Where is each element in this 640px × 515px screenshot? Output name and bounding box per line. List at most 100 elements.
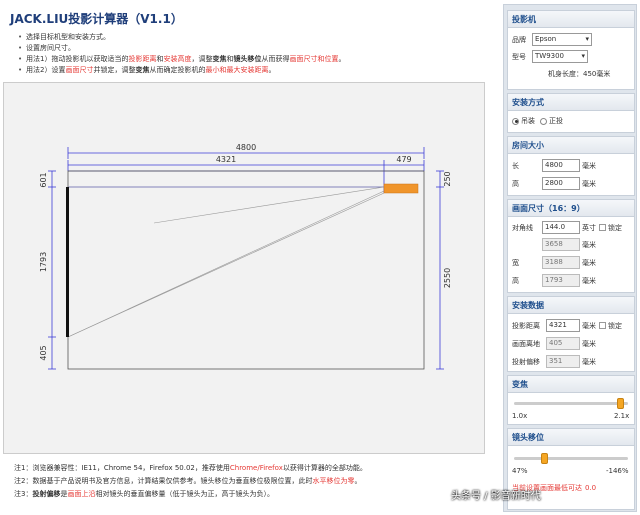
lens-shift-slider[interactable] <box>514 453 628 464</box>
note-text: 以获得计算器的全部功能。 <box>282 464 367 472</box>
field-label: 投射偏移 <box>512 357 540 366</box>
instruction-item: 用法2）设置画面尺寸并锁定，调整变焦从而确定投影机的最小和最大安装距离。 <box>18 65 488 76</box>
section-header: 安装方式 <box>508 94 634 111</box>
floor-row: 画面离地 405 毫米 <box>512 337 596 350</box>
brand-label: 品牌 <box>512 35 526 44</box>
instruction-highlight: 画面尺寸 <box>65 66 94 74</box>
warning-value: 0.0 <box>585 484 597 492</box>
mount-options: 吊装 正投 <box>512 116 563 126</box>
unit-label: 毫米 <box>582 339 596 348</box>
install-section: 安装数据 投影距离 4321 毫米 锁定 画面离地 405 毫米 投射偏移 35… <box>507 296 635 372</box>
instruction-highlight: 投影距离 <box>128 55 157 63</box>
floor-height-field: 405 <box>546 337 580 350</box>
brand-value: Epson <box>535 35 557 43</box>
unit-label: 英寸 <box>582 223 596 232</box>
shift-right-value: -146% <box>606 467 629 475</box>
screen-width-row: 宽 3188 毫米 <box>512 256 596 269</box>
instruction-text: 。 <box>338 55 346 63</box>
instruction-bold: 变焦 <box>212 55 227 63</box>
unit-label: 毫米 <box>582 276 596 285</box>
zoom-slider-thumb[interactable] <box>617 398 625 409</box>
instruction-item: 用法1）拖动投影机以获取适当的投影距离和安装高度，调整变焦和镜头移位从而获得画面… <box>18 54 488 65</box>
lens-shift-slider-thumb[interactable] <box>540 453 548 464</box>
throw-lock-checkbox[interactable] <box>599 322 606 329</box>
note-bold: 投射偏移 <box>32 490 61 498</box>
model-label: 型号 <box>512 52 526 61</box>
instruction-text: ，调整 <box>191 55 213 63</box>
section-header: 画面尺寸（16：9） <box>508 200 634 217</box>
instruction-item: 选择目标机型和安装方式。 <box>18 32 488 43</box>
chevron-down-icon: ▾ <box>585 35 589 43</box>
room-outline <box>67 170 425 370</box>
diagonal-mm-field: 3658 <box>542 238 580 251</box>
field-label: 宽 <box>512 258 519 267</box>
option-label: 正投 <box>549 117 563 125</box>
section-header: 安装数据 <box>508 297 634 314</box>
field-label: 长 <box>512 161 519 170</box>
field-label: 投影距离 <box>512 321 540 330</box>
instruction-text: 选择目标机型和安装方式。 <box>26 33 110 41</box>
note-text: 相对镜头的垂直偏移量（低于镜头为正，高于镜头为负）。 <box>95 490 274 498</box>
instruction-highlight: 安装高度 <box>163 55 192 63</box>
mount-section: 安装方式 吊装 正投 <box>507 93 635 133</box>
instruction-text: 并锁定，调整 <box>93 66 136 74</box>
section-header: 房间大小 <box>508 137 634 154</box>
instruction-highlight: 画面尺寸和位置 <box>289 55 339 63</box>
section-header: 镜头移位 <box>508 429 634 446</box>
note-text: 注1：浏览器兼容性：IE11，Chrome 54，Firefox 50.02，推… <box>14 464 230 472</box>
unit-label: 毫米 <box>582 240 596 249</box>
room-length-input[interactable]: 4800 <box>542 159 580 172</box>
screen-lock-checkbox[interactable] <box>599 224 606 231</box>
section-header: 变焦 <box>508 376 634 393</box>
page-title: JACK.LIU投影计算器（V1.1） <box>10 12 183 26</box>
screen-width-field: 3188 <box>542 256 580 269</box>
instruction-bold: 变焦 <box>135 66 150 74</box>
throw-distance-input[interactable]: 4321 <box>546 319 580 332</box>
room-length-row: 长 4800 毫米 <box>512 159 596 172</box>
instruction-text: 用法2）设置 <box>26 66 66 74</box>
watermark: 头条号 / 影音新时代 <box>451 491 541 502</box>
zoom-min: 1.0x <box>512 412 528 420</box>
dim-bottom-margin: 405 <box>39 345 48 360</box>
dim-screen-height: 1793 <box>39 252 48 272</box>
settings-sidebar: 投影机 品牌 Epson ▾ 型号 TW9300 ▾ 机身长度：450毫米 安装方式… <box>503 4 637 512</box>
room-diagram[interactable]: 4800 4321 479 601 1793 405 250 2550 <box>3 82 485 454</box>
diagonal-input[interactable]: 144.0 <box>542 221 580 234</box>
room-height-row: 高 2800 毫米 <box>512 177 596 190</box>
dim-screen-width: 4321 <box>216 155 236 164</box>
dim-projector-offset: 479 <box>396 155 411 164</box>
offset-row: 投射偏移 351 毫米 <box>512 355 596 368</box>
instruction-item: 设置房间尺寸。 <box>18 43 488 54</box>
room-section: 房间大小 长 4800 毫米 高 2800 毫米 <box>507 136 635 196</box>
room-height-input[interactable]: 2800 <box>542 177 580 190</box>
note-1: 注1：浏览器兼容性：IE11，Chrome 54，Firefox 50.02，推… <box>14 462 484 475</box>
chevron-down-icon: ▾ <box>581 52 585 60</box>
note-highlight: 水平移位为零 <box>312 477 355 485</box>
throw-offset-field: 351 <box>546 355 580 368</box>
instruction-text: 设置房间尺寸。 <box>26 44 75 52</box>
zoom-slider[interactable] <box>514 398 628 409</box>
model-select[interactable]: TW9300 ▾ <box>532 50 588 63</box>
lock-label: 锁定 <box>608 321 622 330</box>
model-row: 型号 TW9300 ▾ <box>512 50 588 63</box>
main-area: JACK.LIU投影计算器（V1.1） 选择目标机型和安装方式。 设置房间尺寸。… <box>0 0 488 515</box>
diag-row: 对角线 144.0 英寸 锁定 <box>512 221 622 234</box>
unit-label: 毫米 <box>582 161 596 170</box>
instruction-text: 。 <box>268 66 276 74</box>
note-highlight: 画面上沿 <box>67 490 96 498</box>
brand-select[interactable]: Epson ▾ <box>532 33 592 46</box>
section-header: 投影机 <box>508 11 634 28</box>
radio-floor[interactable] <box>540 117 547 125</box>
field-label: 对角线 <box>512 223 533 232</box>
instructions-list: 选择目标机型和安装方式。 设置房间尺寸。 用法1）拖动投影机以获取适当的投影距离… <box>18 32 488 76</box>
instruction-text: 用法1）拖动投影机以获取适当的 <box>26 55 129 63</box>
screen-bar <box>66 187 69 337</box>
unit-label: 毫米 <box>582 321 596 330</box>
projector-icon <box>383 183 419 194</box>
note-2: 注2：数据基于产品说明书及官方信息，计算结果仅供参考。镜头移位为垂直移位极限位置… <box>14 475 484 488</box>
instruction-highlight: 最小和最大安装距离 <box>205 66 269 74</box>
dim-total-width: 4800 <box>236 143 256 152</box>
field-label: 画面离地 <box>512 339 540 348</box>
lock-label: 锁定 <box>608 223 622 232</box>
radio-ceiling[interactable] <box>512 117 519 125</box>
